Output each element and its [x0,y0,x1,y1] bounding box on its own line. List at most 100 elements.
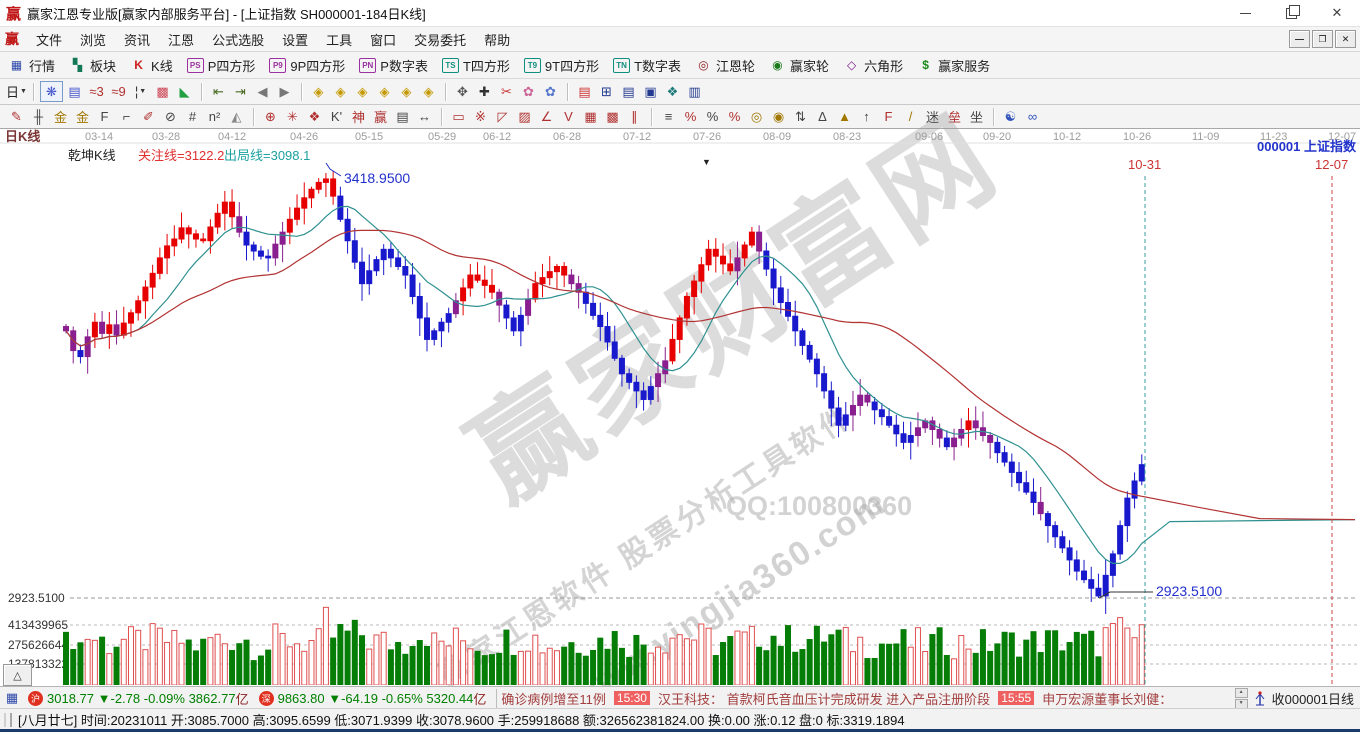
wave-9-tool-icon[interactable]: ≈9 [108,82,129,101]
jump-last-button-icon[interactable]: ⇥ [230,82,251,101]
menu-item-7[interactable]: 工具 [317,30,361,49]
toolbar-button-p9-square[interactable]: P99P四方形 [269,56,345,75]
v-shape-tool-icon[interactable]: V [558,107,579,126]
close-button[interactable]: ✕ [1314,0,1360,26]
angle-line-tool-icon[interactable]: ∠ [536,107,557,126]
toolbar-button-winner-service[interactable]: $赢家服务 [917,56,990,75]
percent-tool-icon[interactable]: % [702,107,723,126]
mdi-restore-button[interactable]: ❐ [1312,30,1333,48]
lei-tool-icon[interactable]: 垒 [944,107,965,126]
mind-tool-blue-icon[interactable]: ✿ [540,82,561,101]
gann-circle-tool-icon[interactable]: ⊕ [260,107,281,126]
gann-boxsnow-tool-icon[interactable]: ❖ [304,107,325,126]
menu-item-2[interactable]: 浏览 [71,30,115,49]
dense-grid-tool-icon[interactable]: # [182,107,203,126]
angle-wing-tool-icon[interactable]: ◭ [226,107,247,126]
shenzhen-market-icon[interactable]: 深 [259,691,274,706]
shanghai-market-icon[interactable]: 沪 [28,691,43,706]
gold-ring2-tool-icon[interactable]: ◉ [768,107,789,126]
shen-grid-tool-icon[interactable]: 神 [348,107,369,126]
wave-3-tool-icon[interactable]: ≈3 [86,82,107,101]
color-chart-tool-icon[interactable]: ◣ [174,82,195,101]
net-data-tool-icon[interactable]: ❖ [662,82,683,101]
notebook-tool-icon[interactable]: ▤ [618,82,639,101]
ratio-panel-tool-icon[interactable]: ≡ [658,107,679,126]
gann-diamond-left-icon[interactable]: ◈ [308,82,329,101]
save-tool-icon[interactable]: ▣ [640,82,661,101]
step-back-button-icon[interactable]: ◀ [252,82,273,101]
calculator-tool-icon[interactable]: ⊞ [596,82,617,101]
menu-item-10[interactable]: 帮助 [475,30,519,49]
data-manage-tool-icon[interactable]: ▥ [684,82,705,101]
kline-chart-svg[interactable]: 03-1403-2804-1204-2605-1505-2906-1206-28… [0,129,1360,685]
toolbar-button-p-square[interactable]: PSP四方形 [187,56,256,75]
parallel-lines-tool-icon[interactable]: ∥ [624,107,645,126]
toolbar-button-t-number[interactable]: TNT数字表 [613,56,681,75]
shenzhen-index-quote[interactable]: 9863.80 ▼-64.19 -0.65% 5320.44 [278,691,474,706]
toolbar-button-p-number[interactable]: PNP数字表 [359,56,428,75]
toolbar-button-hexagon[interactable]: ◇六角形 [843,56,903,75]
circle-divide-tool-icon[interactable]: ⊘ [160,107,181,126]
gann-diamond-height-icon[interactable]: ◈ [396,82,417,101]
draw-pencil-tool-icon[interactable]: ✎ [6,107,27,126]
gold-grid-tool-icon[interactable]: 金 [50,107,71,126]
toolbar-button-t9-square[interactable]: T99T四方形 [524,56,599,75]
grid-tool-icon[interactable]: ╫ [28,107,49,126]
menu-item-3[interactable]: 资讯 [115,30,159,49]
toolbar-button-t-square[interactable]: TST四方形 [442,56,510,75]
toolbar-button-quotes[interactable]: ▦行情 [8,56,55,75]
gold-fan-tool-icon[interactable]: / [900,107,921,126]
period-day-dropdown-dropdown-arrow[interactable]: ▼ [20,88,27,95]
mind-tool-pink-icon[interactable]: ✿ [518,82,539,101]
f-line-tool-icon[interactable]: F [878,107,899,126]
mdi-minimize-button[interactable]: — [1289,30,1310,48]
cut-tool-icon[interactable]: ✂ [496,82,517,101]
zuo-tool-icon[interactable]: 坐 [966,107,987,126]
mi-tool-icon[interactable]: 迷 [922,107,943,126]
hatch-box-tool-icon[interactable]: ▨ [514,107,535,126]
ticker-up-button[interactable]: ▲ [1235,688,1248,698]
menu-item-8[interactable]: 窗口 [361,30,405,49]
toolbar-button-kline[interactable]: KK线 [130,56,173,75]
quote-grid-icon[interactable]: ▦ [3,691,21,705]
news-ticker[interactable]: 确诊病例增至11例15:30汉王科技： 首款柯氏音血压计完成研发 进入产品注册阶… [496,689,1234,708]
menu-item-4[interactable]: 江恩 [159,30,203,49]
calendar-tool-icon[interactable]: ▤ [574,82,595,101]
ruler-tool-icon[interactable]: ▤ [392,107,413,126]
toolbar-button-sectors[interactable]: ▚板块 [69,56,116,75]
maximize-button[interactable] [1268,0,1314,26]
menu-item-6[interactable]: 设置 [273,30,317,49]
gann-flower-tool-icon[interactable]: ❋ [40,81,63,102]
expand-volume-button[interactable]: △ [3,664,32,686]
rect-zone-tool-icon[interactable]: ▭ [448,107,469,126]
gold-tri-tool-icon[interactable]: ▲ [834,107,855,126]
gold-ring-tool-icon[interactable]: ◎ [746,107,767,126]
candle-type-dropdown-dropdown-arrow[interactable]: ▼ [139,88,146,95]
red-grid-tool-icon[interactable]: ▦ [580,107,601,126]
f-grid-tool-icon[interactable]: F [94,107,115,126]
percent-gold-tool-icon[interactable]: % [724,107,745,126]
red-grid2-tool-icon[interactable]: ▩ [602,107,623,126]
red-pencil-tool-icon[interactable]: ✐ [138,107,159,126]
fan-lines-tool-icon[interactable]: ※ [470,107,491,126]
gann-diamond-center-icon[interactable]: ◈ [374,82,395,101]
a-angle-tool-icon[interactable]: ∆ [812,107,833,126]
red-lattice-tool-icon[interactable]: ▩ [152,82,173,101]
menu-item-9[interactable]: 交易委托 [405,30,475,49]
n-square-tool-icon[interactable]: n² [204,107,225,126]
corner-tool-icon[interactable]: ⌐ [116,107,137,126]
updown-flag-tool-icon[interactable]: ⇅ [790,107,811,126]
taiji-tool-icon[interactable]: ☯ [1000,107,1021,126]
gold-grid2-tool-icon[interactable]: 金 [72,107,93,126]
ying-grid-tool-icon[interactable]: 赢 [370,107,391,126]
crosshair-tool-icon[interactable]: ✚ [474,82,495,101]
toolbar-button-winner-wheel[interactable]: ◉赢家轮 [769,56,829,75]
h-measure-tool-icon[interactable]: ↔ [414,107,435,126]
lift-tool-icon[interactable]: ↑ [856,107,877,126]
toolbar-button-gann-wheel[interactable]: ◎江恩轮 [695,56,755,75]
jump-first-button-icon[interactable]: ⇤ [208,82,229,101]
mdi-close-button[interactable]: ✕ [1335,30,1356,48]
infinity-tool-icon[interactable]: ∞ [1022,107,1043,126]
pan-hand-tool-icon[interactable]: ✥ [452,82,473,101]
candle-type-dropdown-icon[interactable]: ¦▼ [130,82,151,101]
